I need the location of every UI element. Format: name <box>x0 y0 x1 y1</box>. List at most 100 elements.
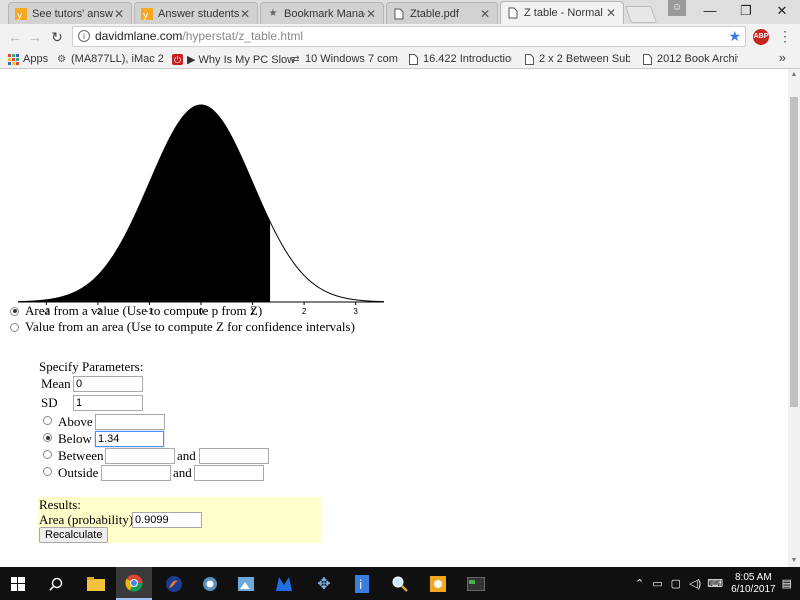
recalculate-button[interactable]: Recalculate <box>39 527 109 543</box>
magnifier-icon <box>392 576 408 592</box>
radio-area-from-value[interactable] <box>10 306 19 316</box>
bookmark-star-icon[interactable]: ★ <box>728 27 741 46</box>
adblock-icon[interactable]: ABP <box>753 29 769 45</box>
radio-above[interactable] <box>43 416 52 425</box>
app-camera-button[interactable] <box>192 567 228 600</box>
mean-input[interactable]: 0 <box>73 376 143 392</box>
close-icon[interactable]: ✕ <box>113 7 125 21</box>
app-search-button[interactable] <box>382 567 418 600</box>
start-button[interactable] <box>0 567 36 600</box>
scroll-down-arrow-icon[interactable]: ▼ <box>788 555 800 567</box>
restore-button[interactable]: ❐ <box>728 0 764 24</box>
radio-value-from-area[interactable] <box>10 322 19 332</box>
radio-outside[interactable] <box>43 467 52 476</box>
radio-below[interactable] <box>43 433 52 442</box>
close-icon[interactable]: ✕ <box>479 7 491 21</box>
vertical-scrollbar[interactable]: ▲ ▼ <box>788 69 800 567</box>
document-icon <box>642 53 653 65</box>
new-tab-button[interactable] <box>624 6 658 23</box>
search-button[interactable] <box>38 567 74 600</box>
svg-text:y: y <box>143 11 149 20</box>
apps-grid-icon <box>8 53 19 65</box>
above-label: Above <box>58 414 93 429</box>
mode-area-from-value-label: Area from a value (Use to compute p from… <box>25 303 263 318</box>
mode-area-from-value[interactable]: Area from a value (Use to compute p from… <box>10 303 262 319</box>
address-bar[interactable]: i davidmlane.com/hyperstat/z_table.html … <box>72 26 746 47</box>
area-probability-label: Area (probability) <box>39 512 134 527</box>
tab-bookmark-manager[interactable]: ★ Bookmark Manager ✕ <box>260 2 384 24</box>
bookmark-label: 2012 Book Archive <box>657 53 738 65</box>
bookmark-windows7[interactable]: ⇄ 10 Windows 7 comma <box>290 52 398 66</box>
area-probability-output[interactable]: 0.9099 <box>132 512 202 528</box>
document-icon <box>524 53 535 65</box>
malwarebytes-icon <box>276 576 292 591</box>
link-icon: ⇄ <box>291 53 300 65</box>
app-info-button[interactable]: i <box>344 567 380 600</box>
scroll-thumb[interactable] <box>790 97 798 407</box>
volume-icon[interactable]: ◁) <box>689 577 701 590</box>
menu-icon[interactable]: ⋮ <box>778 27 792 45</box>
below-input[interactable]: 1.34 <box>95 431 164 447</box>
firefox-icon <box>166 575 182 592</box>
results-heading: Results: <box>39 497 81 512</box>
info-icon[interactable]: i <box>78 30 90 42</box>
between-high-input[interactable] <box>199 448 269 464</box>
close-icon[interactable]: ✕ <box>239 7 251 21</box>
close-icon[interactable]: ✕ <box>605 6 617 20</box>
device-icon[interactable]: ▢ <box>671 577 681 590</box>
file-explorer-button[interactable] <box>78 567 114 600</box>
bookmark-apps[interactable]: Apps <box>8 52 48 66</box>
document-icon <box>507 7 519 19</box>
photos-icon <box>238 576 254 591</box>
bookmark-2x2[interactable]: 2 x 2 Between Subjec <box>524 52 630 66</box>
bookmark-16422[interactable]: 16.422 Introduction - <box>408 52 512 66</box>
app-photos-button[interactable] <box>228 567 264 600</box>
forward-button[interactable]: → <box>26 28 44 46</box>
svg-text:y: y <box>17 11 23 20</box>
app-settings-button[interactable]: ✥ <box>306 567 342 600</box>
folder-icon <box>87 576 105 591</box>
shaded-area <box>18 105 271 302</box>
tab-answer-students[interactable]: y Answer students' q ✕ <box>134 2 258 24</box>
tab-tutors-answers[interactable]: y See tutors' answers ✕ <box>8 2 132 24</box>
sd-input[interactable]: 1 <box>73 395 143 411</box>
mode-value-from-area[interactable]: Value from an area (Use to compute Z for… <box>10 319 355 335</box>
close-icon[interactable]: ✕ <box>365 7 377 21</box>
app-media-button[interactable] <box>420 567 456 600</box>
radio-between[interactable] <box>43 450 52 459</box>
back-button[interactable]: ← <box>6 28 24 46</box>
tab-z-table[interactable]: Z table - Normal D ✕ <box>500 1 624 24</box>
bookmarks-bar: Apps ⚙ (MA877LL), iMac 20-in ⏻ ▶ Why Is … <box>0 50 800 69</box>
close-window-button[interactable]: ✕ <box>764 0 800 24</box>
keyboard-icon[interactable]: ⌨ <box>707 577 723 590</box>
chevron-up-icon[interactable]: ⌃ <box>635 577 644 590</box>
scroll-up-arrow-icon[interactable]: ▲ <box>788 69 800 81</box>
app-terminal-button[interactable] <box>458 567 494 600</box>
between-and-label: and <box>177 448 196 463</box>
firefox-button[interactable] <box>156 567 192 600</box>
outside-high-input[interactable] <box>194 465 264 481</box>
between-low-input[interactable] <box>105 448 175 464</box>
gear-icon: ✥ <box>317 575 331 593</box>
network-icon[interactable]: ▭ <box>652 577 662 590</box>
x-tick-label: 2 <box>302 307 307 316</box>
tab-title: Ztable.pdf <box>410 7 459 20</box>
above-input[interactable] <box>95 414 165 430</box>
malwarebytes-button[interactable] <box>266 567 302 600</box>
minimize-button[interactable]: — <box>692 0 728 24</box>
bookmark-label: Apps <box>23 53 49 65</box>
reload-button[interactable]: ↻ <box>48 28 66 46</box>
notifications-icon[interactable]: ▤ <box>782 577 792 590</box>
bookmark-2012-archive[interactable]: 2012 Book Archive <box>642 52 738 66</box>
browser-toolbar: ← → ↻ i davidmlane.com/hyperstat/z_table… <box>0 24 800 50</box>
tab-ztable-pdf[interactable]: Ztable.pdf ✕ <box>386 2 498 24</box>
bookmark-imac[interactable]: ⚙ (MA877LL), iMac 20-in <box>56 52 164 66</box>
bookmark-pc-slow[interactable]: ⏻ ▶ Why Is My PC Slow <box>172 52 304 66</box>
chevron-right-icon[interactable]: » <box>779 50 786 66</box>
profile-icon[interactable]: ☺ <box>668 0 686 16</box>
clock[interactable]: 8:05 AM 6/10/2017 <box>731 572 776 596</box>
chrome-button[interactable] <box>116 567 152 600</box>
chegg-icon: y <box>15 7 27 20</box>
svg-text:⏻: ⏻ <box>174 55 181 65</box>
outside-low-input[interactable] <box>101 465 171 481</box>
